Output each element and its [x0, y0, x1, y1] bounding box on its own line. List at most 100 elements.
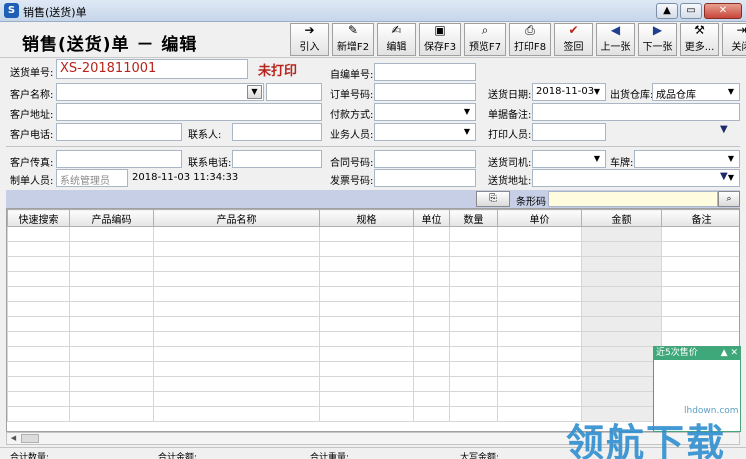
driver-select[interactable]: ▼ — [532, 150, 606, 168]
table-row[interactable] — [7, 361, 739, 377]
chevron-down-icon[interactable]: ▼ — [460, 105, 474, 119]
preview-button[interactable]: ⌕ 预览F7 — [464, 23, 506, 56]
next-button[interactable]: ▶ 下一张 — [638, 23, 677, 56]
table-row[interactable] — [7, 391, 739, 407]
table-cell[interactable] — [319, 241, 414, 257]
table-cell[interactable] — [69, 256, 154, 272]
table-cell[interactable] — [413, 271, 450, 287]
table-cell[interactable] — [69, 376, 154, 392]
table-cell[interactable] — [449, 226, 498, 242]
table-cell[interactable] — [581, 256, 662, 272]
customer-phone-input[interactable] — [56, 123, 182, 141]
table-row[interactable] — [7, 301, 739, 317]
table-cell[interactable] — [497, 271, 582, 287]
table-cell[interactable] — [581, 301, 662, 317]
table-row[interactable] — [7, 376, 739, 392]
panel-controls[interactable]: ▲ ✕ — [721, 347, 738, 360]
table-cell[interactable] — [449, 301, 498, 317]
table-cell[interactable] — [7, 361, 70, 377]
table-cell[interactable] — [69, 271, 154, 287]
barcode-search-icon[interactable]: ⌕ — [718, 191, 740, 207]
table-cell[interactable] — [153, 241, 320, 257]
table-cell[interactable] — [413, 346, 450, 362]
sign-back-button[interactable]: ✔ 签回 — [554, 23, 593, 56]
table-cell[interactable] — [497, 226, 582, 242]
new-button[interactable]: ✎ 新增F2 — [332, 23, 374, 56]
table-cell[interactable] — [581, 241, 662, 257]
table-cell[interactable] — [319, 346, 414, 362]
contract-input[interactable] — [374, 150, 476, 168]
table-cell[interactable] — [69, 316, 154, 332]
chevron-down-icon[interactable]: ▼ — [247, 85, 262, 99]
save-button[interactable]: ▣ 保存F3 — [419, 23, 461, 56]
table-row[interactable] — [7, 271, 739, 287]
table-cell[interactable] — [449, 241, 498, 257]
table-cell[interactable] — [413, 286, 450, 302]
table-cell[interactable] — [449, 256, 498, 272]
table-cell[interactable] — [319, 271, 414, 287]
column-header[interactable]: 快速搜索 — [7, 209, 70, 227]
table-cell[interactable] — [581, 286, 662, 302]
table-cell[interactable] — [319, 391, 414, 407]
custom-no-input[interactable] — [374, 63, 476, 81]
table-cell[interactable] — [319, 256, 414, 272]
column-header[interactable]: 单位 — [413, 209, 450, 227]
customer-fax-input[interactable] — [56, 150, 182, 168]
table-cell[interactable] — [69, 286, 154, 302]
salesman-select[interactable]: ▼ — [374, 123, 476, 141]
table-cell[interactable] — [497, 331, 582, 347]
table-cell[interactable] — [319, 376, 414, 392]
table-cell[interactable] — [413, 376, 450, 392]
table-cell[interactable] — [661, 241, 739, 257]
table-cell[interactable] — [413, 391, 450, 407]
table-cell[interactable] — [449, 376, 498, 392]
table-cell[interactable] — [497, 376, 582, 392]
table-cell[interactable] — [581, 316, 662, 332]
table-cell[interactable] — [7, 226, 70, 242]
table-cell[interactable] — [7, 406, 70, 422]
table-cell[interactable] — [7, 256, 70, 272]
more-button[interactable]: ⚒ 更多... — [680, 23, 719, 56]
table-row[interactable] — [7, 226, 739, 242]
column-header[interactable]: 单价 — [497, 209, 582, 227]
table-row[interactable] — [7, 331, 739, 347]
column-header[interactable]: 规格 — [319, 209, 414, 227]
table-cell[interactable] — [497, 241, 582, 257]
table-cell[interactable] — [661, 256, 739, 272]
table-cell[interactable] — [581, 346, 662, 362]
table-cell[interactable] — [413, 331, 450, 347]
table-cell[interactable] — [497, 301, 582, 317]
table-cell[interactable] — [69, 406, 154, 422]
table-cell[interactable] — [153, 286, 320, 302]
table-cell[interactable] — [449, 406, 498, 422]
table-cell[interactable] — [413, 316, 450, 332]
table-cell[interactable] — [7, 376, 70, 392]
table-cell[interactable] — [319, 226, 414, 242]
table-cell[interactable] — [319, 286, 414, 302]
table-cell[interactable] — [449, 271, 498, 287]
table-cell[interactable] — [449, 316, 498, 332]
customer-code-input[interactable] — [266, 83, 322, 101]
table-cell[interactable] — [581, 271, 662, 287]
table-row[interactable] — [7, 316, 739, 332]
table-row[interactable] — [7, 346, 739, 362]
table-cell[interactable] — [7, 241, 70, 257]
delivery-address-select[interactable]: ▼ — [532, 169, 740, 187]
table-cell[interactable] — [581, 391, 662, 407]
table-cell[interactable] — [319, 301, 414, 317]
chevron-down-icon[interactable]: ▼ — [590, 152, 604, 166]
table-cell[interactable] — [449, 391, 498, 407]
table-cell[interactable] — [413, 256, 450, 272]
plate-select[interactable]: ▼ — [634, 150, 740, 168]
table-cell[interactable] — [153, 376, 320, 392]
expand-down-icon[interactable]: ▼ — [720, 171, 728, 182]
table-cell[interactable] — [7, 316, 70, 332]
table-cell[interactable] — [449, 286, 498, 302]
table-cell[interactable] — [413, 361, 450, 377]
chevron-down-icon[interactable]: ▼ — [590, 85, 604, 99]
table-cell[interactable] — [449, 361, 498, 377]
table-cell[interactable] — [153, 316, 320, 332]
table-cell[interactable] — [449, 346, 498, 362]
customer-address-input[interactable] — [56, 103, 322, 121]
table-cell[interactable] — [69, 346, 154, 362]
